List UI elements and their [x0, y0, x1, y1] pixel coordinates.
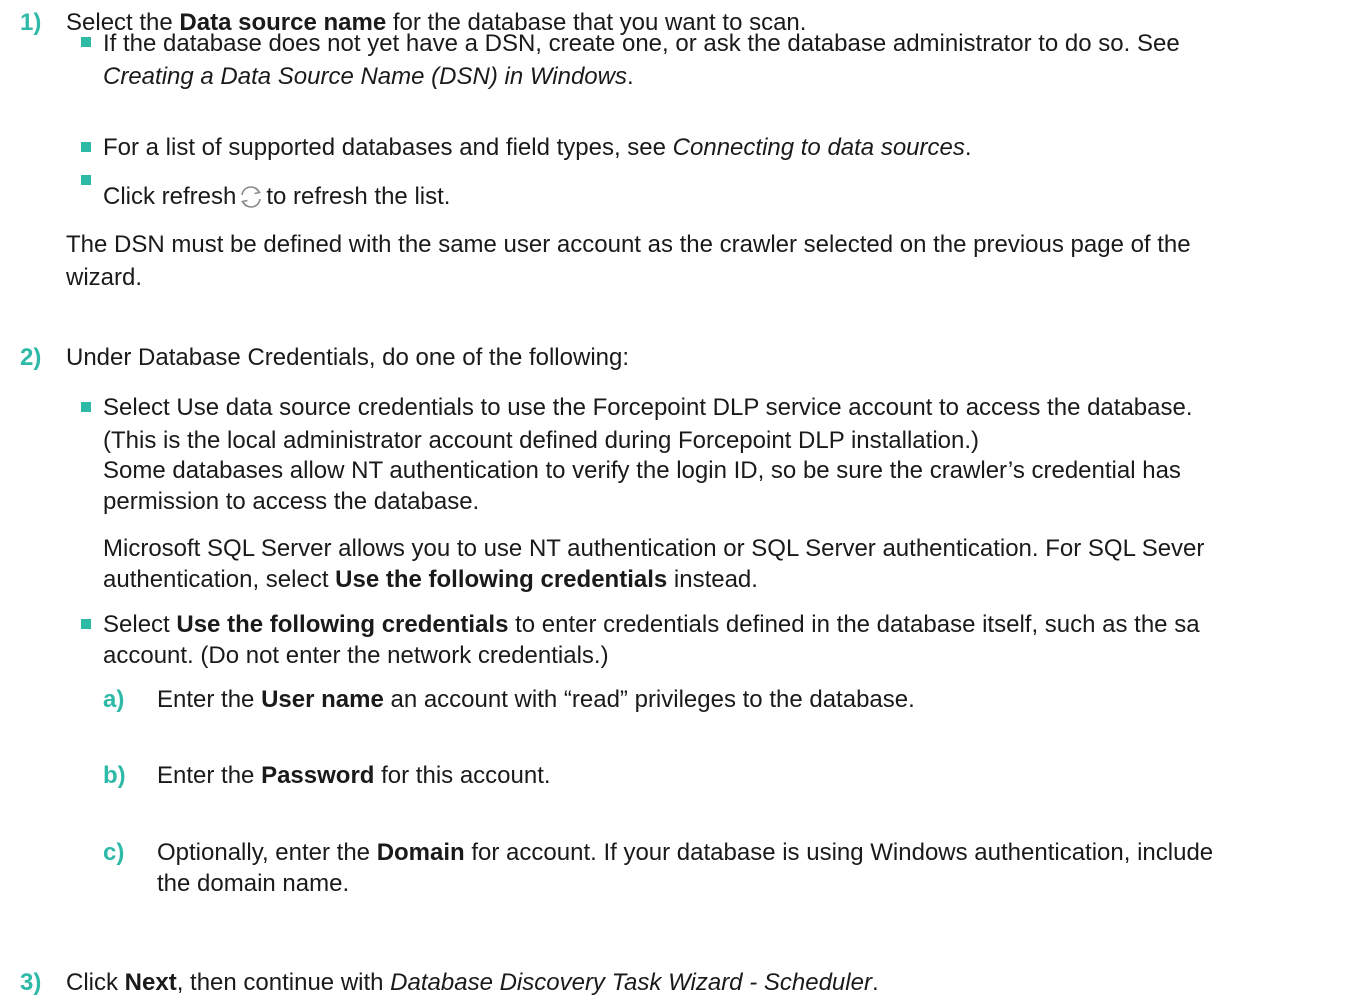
step-1-bullet-1-line-2: Creating a Data Source Name (DSN) in Win…: [103, 60, 634, 93]
para-2-post: instead.: [667, 566, 758, 593]
bullet-2-pre: Select: [103, 611, 177, 638]
step-2-bullet-1-line-2: (This is the local administrator account…: [103, 427, 979, 454]
step-2-bullet-1-para-2-line-1: Microsoft SQL Server allows you to use N…: [103, 535, 1205, 562]
use-following-credentials-label: Use the following credentials: [335, 566, 668, 593]
step-number-3: 3): [20, 969, 42, 996]
sub-step-letter-b: b): [103, 762, 126, 789]
link-creating-dsn[interactable]: Creating a Data Source Name (DSN) in Win…: [103, 63, 627, 90]
sub-step-c-line-2: the domain name.: [157, 870, 350, 897]
sub-b-post: for this account.: [374, 762, 551, 789]
bullet-2-pre: For a list of supported databases and fi…: [103, 134, 673, 161]
sub-step-a-text: Enter the User name an account with “rea…: [157, 683, 915, 716]
bullet-marker: [81, 402, 91, 412]
punctuation: .: [964, 134, 972, 161]
sub-step-letter-c: c): [103, 839, 125, 866]
bullet-3-pre: Click refresh: [103, 183, 237, 210]
step-1-note-line-1: The DSN must be defined with the same us…: [66, 231, 1191, 258]
bullet-2-post: to enter credentials defined in the data…: [508, 611, 1200, 638]
step-number-2: 2): [20, 344, 42, 371]
bullet-marker: [81, 175, 91, 185]
step-1-note-line-2: wizard.: [66, 264, 143, 291]
sub-c-pre: Optionally, enter the: [157, 839, 377, 866]
sub-c-post: for account. If your database is using W…: [464, 839, 1214, 866]
step-2-bullet-2-line-2: account. (Do not enter the network crede…: [103, 642, 609, 669]
sub-step-letter-a: a): [103, 686, 125, 713]
refresh-icon: [241, 186, 262, 208]
step-3-text: Click Next, then continue with Database …: [66, 966, 879, 999]
step-2-bullet-1-line-3: Some databases allow NT authentication t…: [103, 457, 1181, 484]
password-label: Password: [261, 762, 375, 789]
step-2-bullet-1-line-4: permission to access the database.: [103, 488, 480, 515]
sub-step-b-text: Enter the Password for this account.: [157, 759, 551, 792]
step-number-1: 1): [20, 9, 42, 36]
step-2-bullet-2-line-1: Select Use the following credentials to …: [103, 608, 1200, 641]
bullet-marker: [81, 37, 91, 47]
domain-label: Domain: [376, 839, 465, 866]
bullet-marker: [81, 619, 91, 629]
bullet-3-post: to refresh the list.: [266, 183, 451, 210]
link-connecting-to-data-sources[interactable]: Connecting to data sources: [673, 134, 965, 161]
sub-a-post: an account with “read” privileges to the…: [383, 686, 915, 713]
sub-a-pre: Enter the: [157, 686, 262, 713]
sub-b-pre: Enter the: [157, 762, 262, 789]
punctuation: .: [626, 63, 634, 90]
bullet-marker: [81, 142, 91, 152]
user-name-label: User name: [261, 686, 384, 713]
step-2-text: Under Database Credentials, do one of th…: [66, 344, 630, 371]
use-following-credentials-label: Use the following credentials: [176, 611, 509, 638]
step-2-bullet-1-line-1: Select Use data source credentials to us…: [103, 394, 1193, 421]
step-1-bullet-3: Click refresh to refresh the list.: [103, 180, 450, 213]
sub-step-c-line-1: Optionally, enter the Domain for account…: [157, 836, 1213, 869]
para-2-pre: authentication, select: [103, 566, 336, 593]
step-1-bullet-2: For a list of supported databases and fi…: [103, 131, 972, 164]
step-2-bullet-1-para-2-line-2: authentication, select Use the following…: [103, 563, 758, 596]
step-1-bullet-1-line-1: If the database does not yet have a DSN,…: [103, 30, 1180, 57]
